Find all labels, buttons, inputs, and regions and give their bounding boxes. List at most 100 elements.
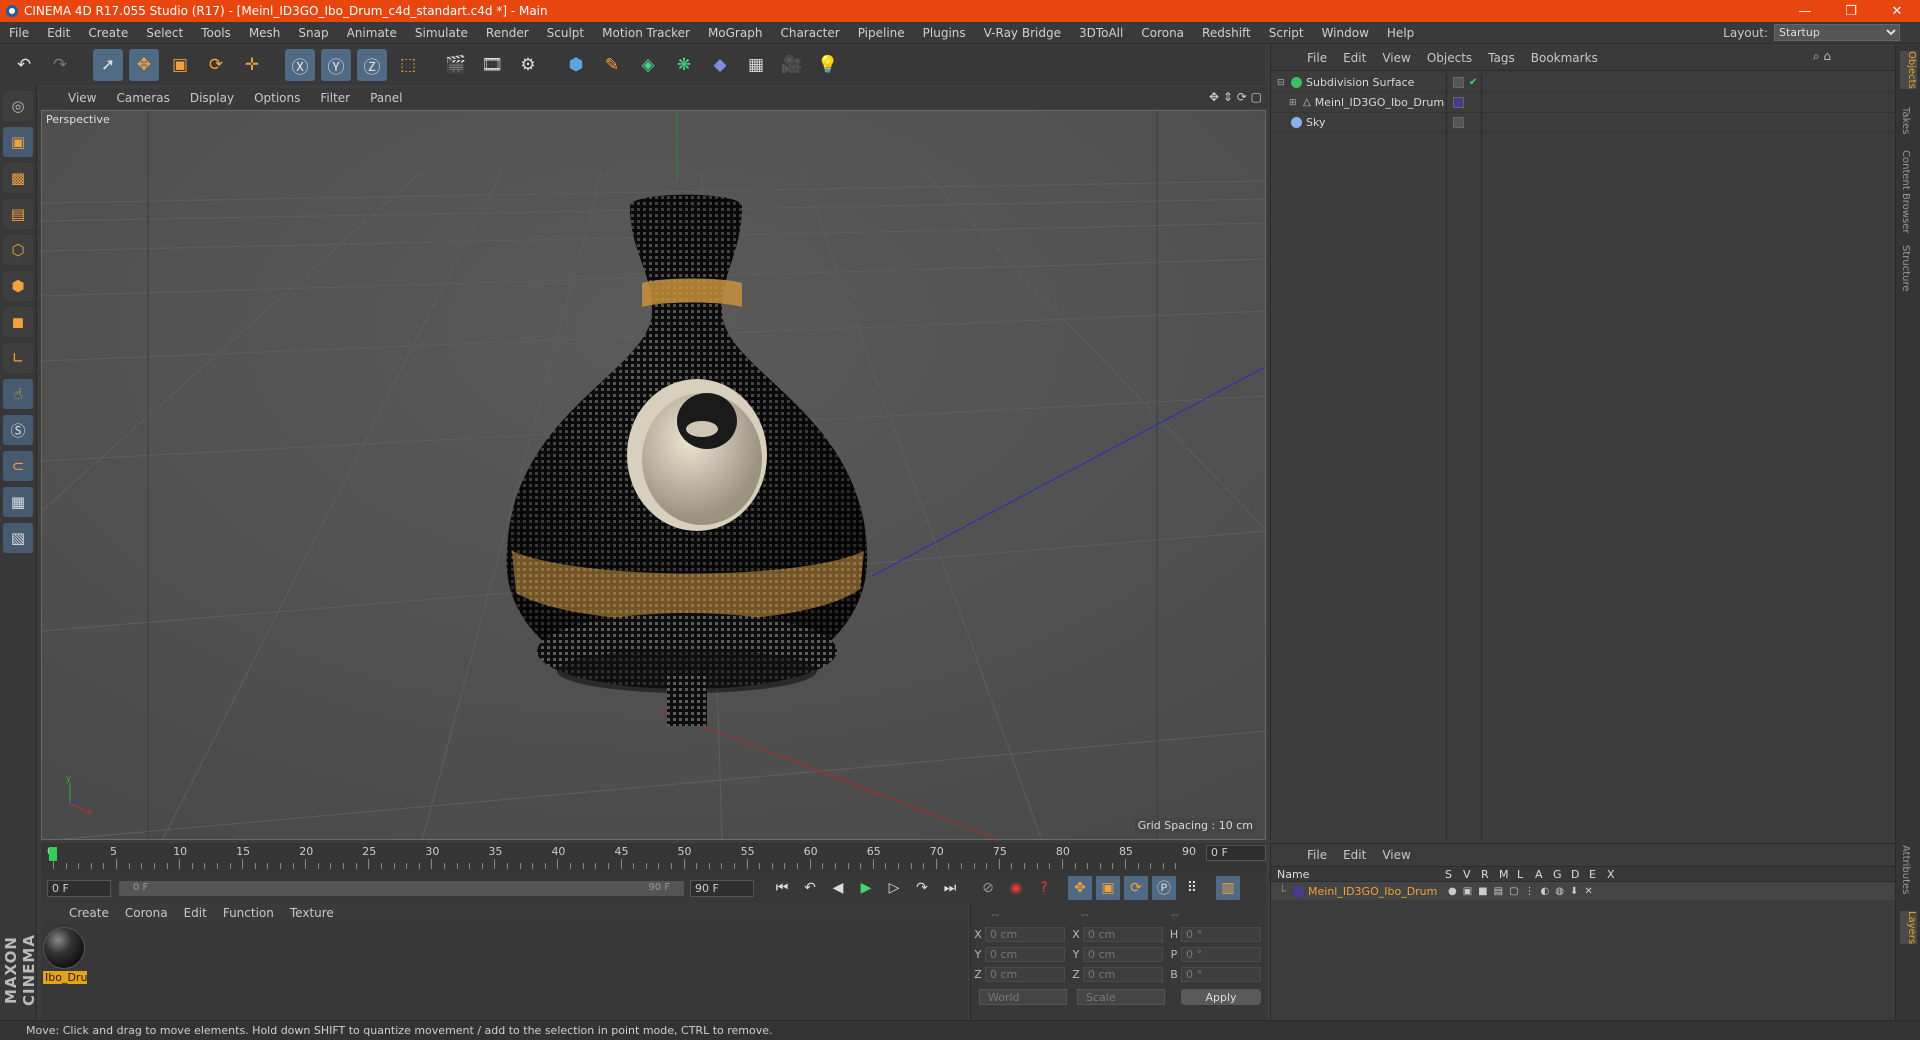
viewport-menu-view[interactable]: View [58, 91, 106, 105]
pos-x-field[interactable]: 0 cm [985, 926, 1065, 942]
workplane-axis-icon[interactable]: ▧ [3, 523, 33, 553]
menu-render[interactable]: Render [477, 26, 538, 40]
menu-mograph[interactable]: MoGraph [699, 26, 772, 40]
render-view-icon[interactable]: 🎬 [441, 49, 471, 81]
menu-create[interactable]: Create [79, 26, 137, 40]
current-frame-field[interactable]: 0 F [1206, 845, 1266, 861]
previous-key-icon[interactable]: ↶ [798, 876, 822, 900]
material-menu-function[interactable]: Function [215, 906, 282, 920]
subdivision-generator-icon[interactable]: ◈ [633, 49, 663, 81]
object-row-sky[interactable]: Sky [1271, 113, 1896, 133]
pos-y-field[interactable]: 0 cm [985, 946, 1065, 962]
size-y-field[interactable]: 0 cm [1083, 946, 1163, 962]
size-x-field[interactable]: 0 cm [1083, 926, 1163, 942]
redo-icon[interactable]: ↷ [45, 49, 75, 81]
menu-tools[interactable]: Tools [192, 26, 240, 40]
objects-menu-file[interactable]: File [1299, 51, 1335, 65]
render-picture-viewer-icon[interactable]: 🎞 [477, 49, 507, 81]
render-settings-icon[interactable]: ⚙ [513, 49, 543, 81]
material-menu-edit[interactable]: Edit [176, 906, 215, 920]
layer-color-icon[interactable] [1453, 97, 1464, 108]
layers-menu-view[interactable]: View [1374, 848, 1418, 862]
layer-row[interactable]: └ Meinl_ID3GO_Ibo_Drum ●▣■▤▢⋮◐◍⬇✕ [1271, 882, 1895, 900]
minimize-button[interactable]: — [1782, 0, 1828, 22]
viewport-nav-icons[interactable]: ✥ ⇕ ⟳ ▢ [1209, 90, 1262, 104]
timeline-window-icon[interactable]: ▥ [1216, 876, 1240, 900]
menu-vray-bridge[interactable]: V-Ray Bridge [975, 26, 1070, 40]
layer-name[interactable]: Meinl_ID3GO_Ibo_Drum [1308, 885, 1448, 898]
menu-redshift[interactable]: Redshift [1193, 26, 1260, 40]
play-icon[interactable]: ▶ [854, 876, 878, 900]
material-swatch[interactable]: Ibo_Dru [43, 927, 87, 987]
previous-frame-icon[interactable]: ◀ [826, 876, 850, 900]
layers-menu-edit[interactable]: Edit [1335, 848, 1374, 862]
coordinate-mode-dropdown[interactable]: World [979, 989, 1067, 1005]
object-row-subdivision-surface[interactable]: ⊟ Subdivision Surface ✔ [1271, 73, 1896, 93]
objects-menu-view[interactable]: View [1374, 51, 1418, 65]
material-menu-texture[interactable]: Texture [282, 906, 342, 920]
viewport-menu-options[interactable]: Options [244, 91, 310, 105]
viewport-menu-display[interactable]: Display [180, 91, 244, 105]
edges-mode-icon[interactable]: ⬢ [3, 271, 33, 301]
menu-pipeline[interactable]: Pipeline [849, 26, 914, 40]
floor-object-icon[interactable]: ▦ [741, 49, 771, 81]
rot-h-field[interactable]: 0 ° [1181, 926, 1261, 942]
coordinate-type-dropdown[interactable]: Scale [1077, 989, 1165, 1005]
end-frame-field[interactable]: 90 F [690, 879, 754, 897]
menu-window[interactable]: Window [1313, 26, 1378, 40]
objects-menu-tags[interactable]: Tags [1480, 51, 1523, 65]
tab-objects[interactable]: Objects [1900, 51, 1917, 89]
go-to-start-icon[interactable]: ⏮ [770, 876, 794, 900]
layer-toggles[interactable]: ●▣■▤▢⋮◐◍⬇✕ [1448, 886, 1599, 897]
viewport-menu-filter[interactable]: Filter [310, 91, 360, 105]
key-parameter-icon[interactable]: Ⓟ [1152, 876, 1176, 900]
menu-script[interactable]: Script [1260, 26, 1313, 40]
workplane-lock-icon[interactable]: ▦ [3, 487, 33, 517]
key-pla-icon[interactable]: ⠿ [1180, 876, 1204, 900]
tab-content-browser[interactable]: Content Browser [1900, 150, 1911, 233]
menu-snap[interactable]: Snap [289, 26, 337, 40]
mograph-cloner-icon[interactable]: ❋ [669, 49, 699, 81]
size-z-field[interactable]: 0 cm [1083, 966, 1163, 982]
menu-character[interactable]: Character [771, 26, 848, 40]
menu-plugins[interactable]: Plugins [914, 26, 975, 40]
menu-help[interactable]: Help [1378, 26, 1423, 40]
objects-menu-bookmarks[interactable]: Bookmarks [1523, 51, 1606, 65]
menu-edit[interactable]: Edit [38, 26, 79, 40]
object-row-meinl-ibo-drum[interactable]: ⊞ △ Meinl_ID3GO_Ibo_Drum [1271, 93, 1896, 113]
axis-mode-icon[interactable]: ∟ [3, 343, 33, 373]
move-tool-icon[interactable]: ✥ [129, 49, 159, 81]
layer-check-icon[interactable] [1453, 117, 1464, 128]
menu-simulate[interactable]: Simulate [406, 26, 477, 40]
points-mode-icon[interactable]: ⬡ [3, 235, 33, 265]
menu-file[interactable]: File [0, 26, 38, 40]
menu-corona[interactable]: Corona [1132, 26, 1193, 40]
layer-color-icon[interactable] [1293, 885, 1304, 897]
layout-select[interactable]: Startup [1774, 24, 1900, 41]
playhead[interactable] [49, 847, 57, 861]
pos-z-field[interactable]: 0 cm [985, 966, 1065, 982]
coordinate-system-icon[interactable]: ⬚ [393, 49, 423, 81]
enabled-check-icon[interactable]: ✔ [1469, 77, 1477, 88]
light-object-icon[interactable]: 💡 [813, 49, 843, 81]
viewport-menu-cameras[interactable]: Cameras [106, 91, 179, 105]
restore-button[interactable]: ❐ [1828, 0, 1874, 22]
cube-object-icon[interactable]: ⬢ [561, 49, 591, 81]
tweak-mode-icon[interactable]: ☝ [3, 379, 33, 409]
x-axis-lock-icon[interactable]: Ⓧ [285, 49, 315, 81]
menu-sculpt[interactable]: Sculpt [538, 26, 593, 40]
rot-p-field[interactable]: 0 ° [1181, 946, 1261, 962]
polygons-mode-icon[interactable]: ◼ [3, 307, 33, 337]
snapping-icon[interactable]: Ⓢ [3, 415, 33, 445]
tab-structure[interactable]: Structure [1900, 245, 1911, 292]
next-key-icon[interactable]: ↷ [910, 876, 934, 900]
layers-menu-file[interactable]: File [1299, 848, 1335, 862]
make-editable-icon[interactable]: ◎ [3, 91, 33, 121]
texture-mode-icon[interactable]: ▩ [3, 163, 33, 193]
last-tool-icon[interactable]: ✛ [237, 49, 267, 81]
tab-takes[interactable]: Takes [1900, 107, 1911, 134]
menu-animate[interactable]: Animate [338, 26, 406, 40]
menu-3dtoall[interactable]: 3DToAll [1070, 26, 1132, 40]
3d-viewport[interactable]: y x Perspective Grid Spacing : 10 cm [41, 110, 1266, 840]
objects-menu-edit[interactable]: Edit [1335, 51, 1374, 65]
